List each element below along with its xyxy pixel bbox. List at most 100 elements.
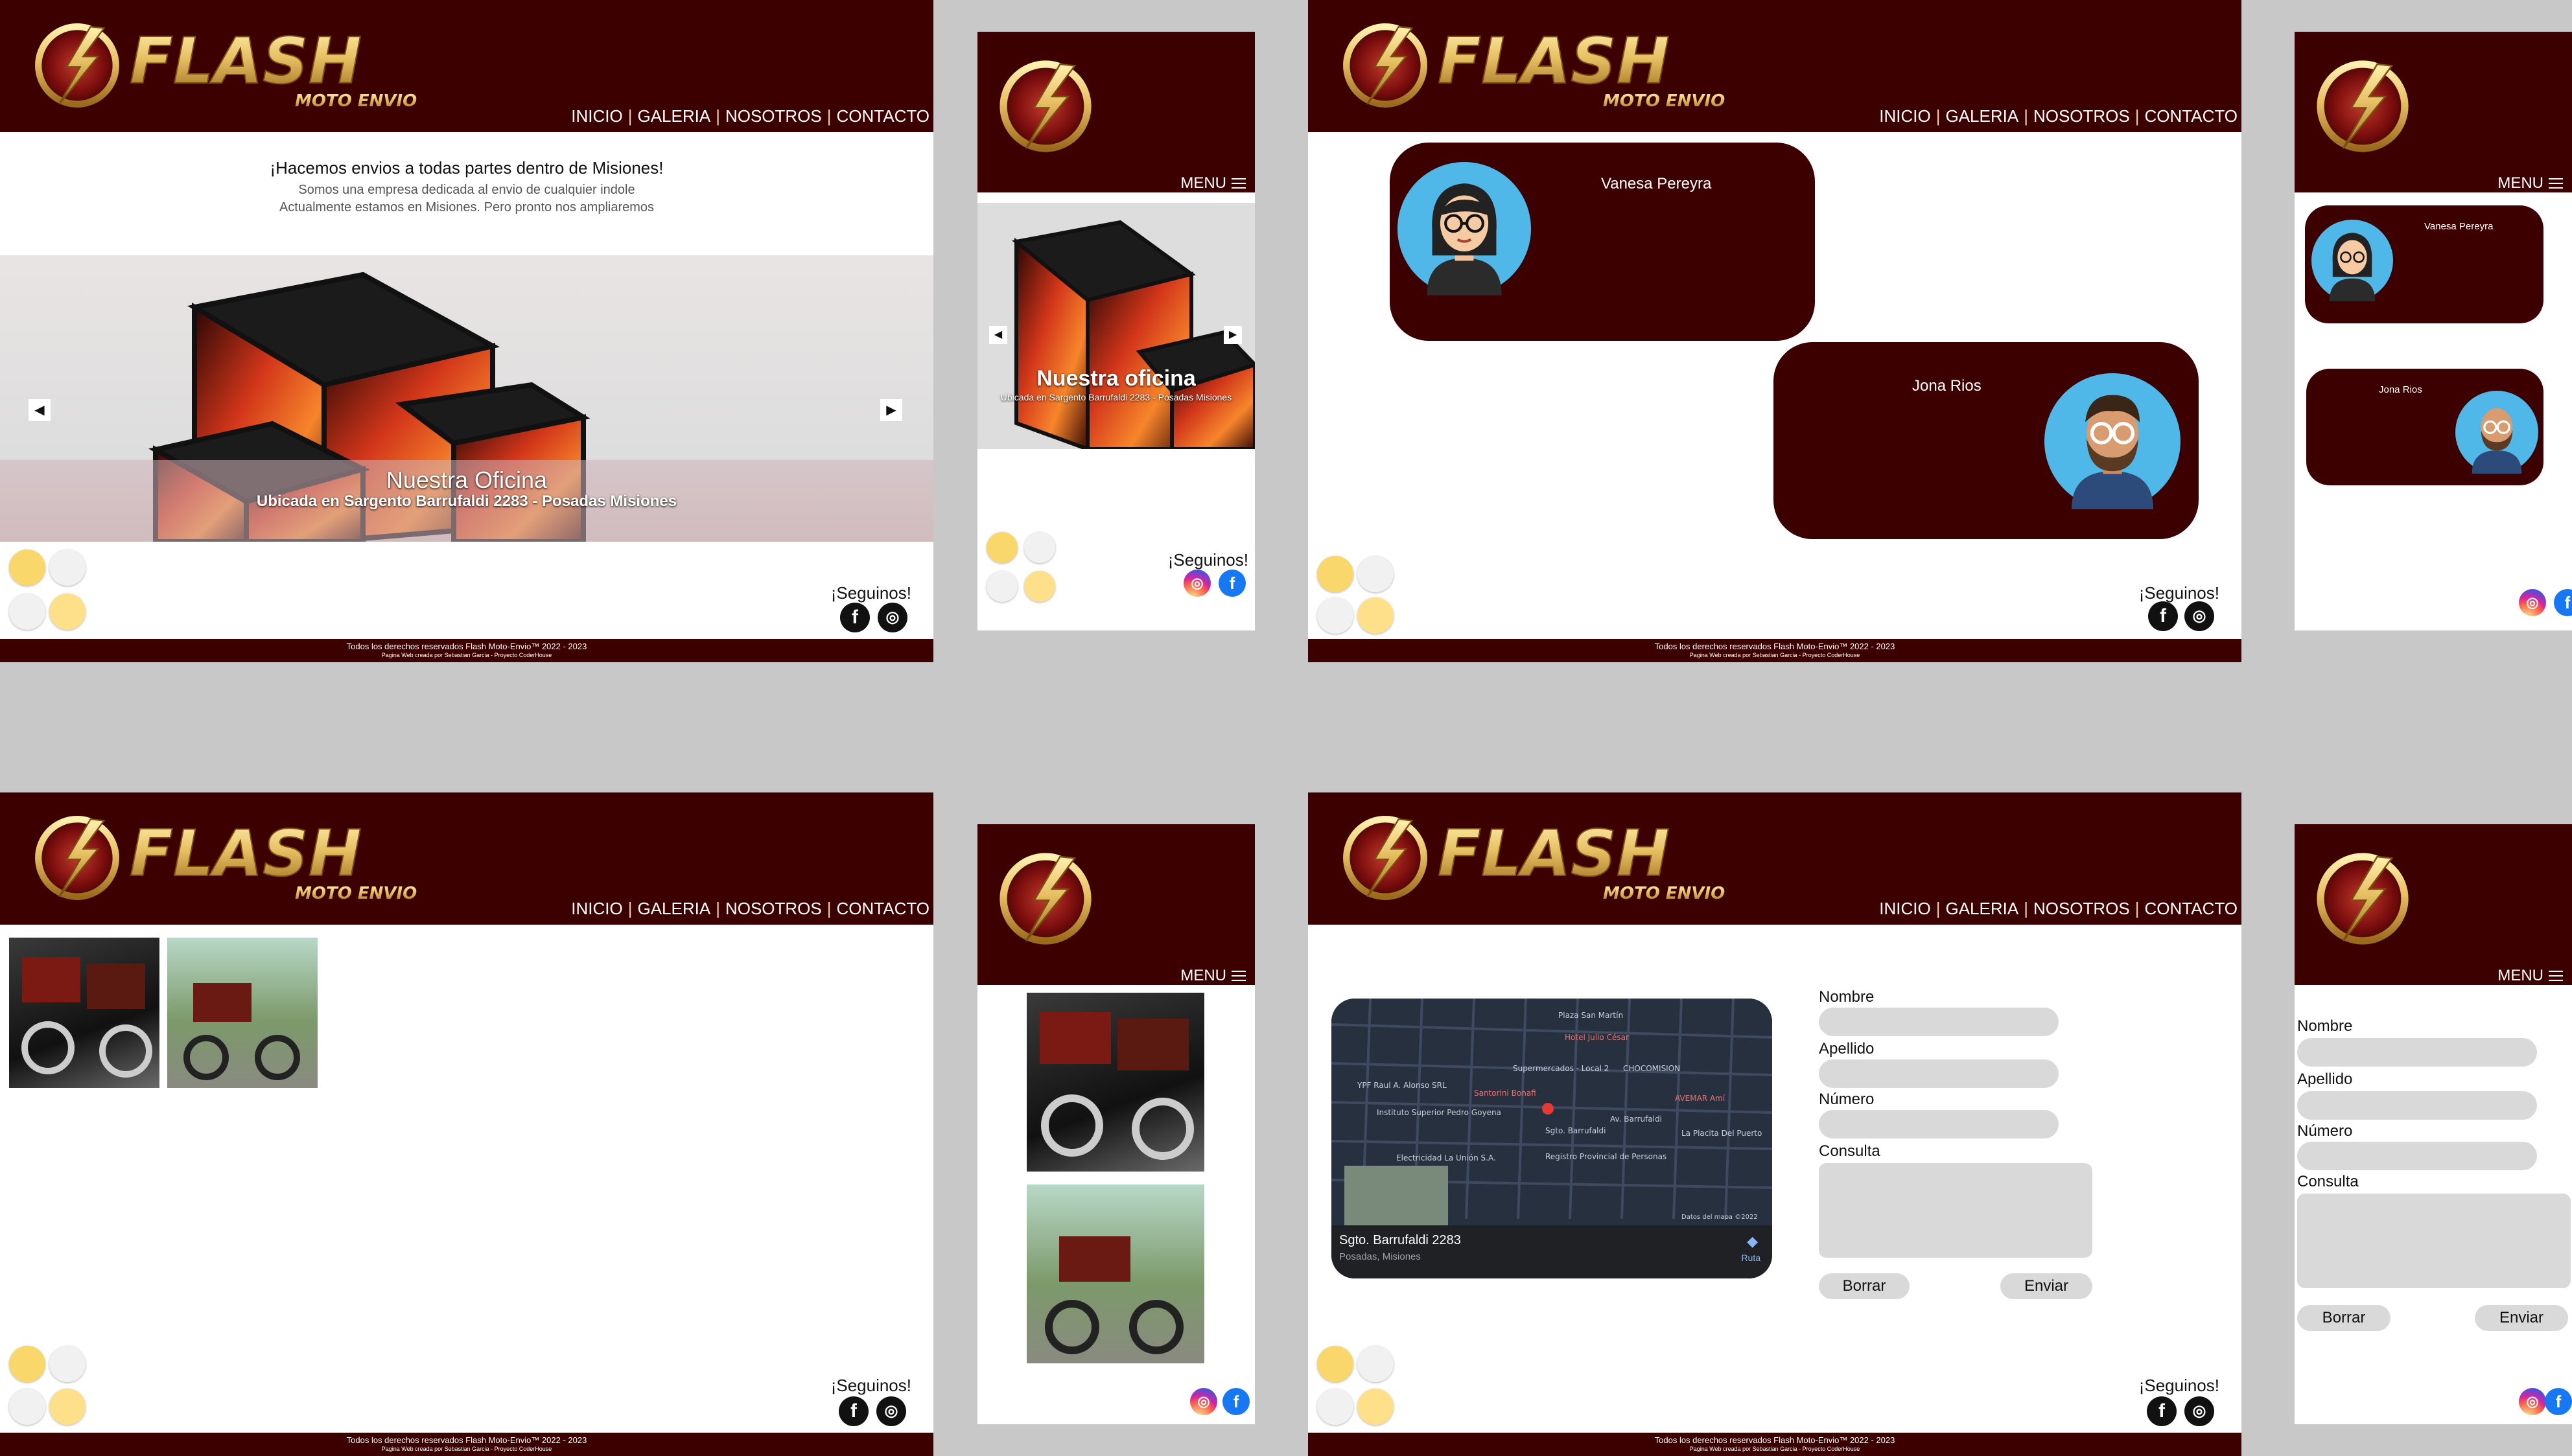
- nombre-input[interactable]: [2297, 1038, 2537, 1067]
- nav-inicio[interactable]: INICIO: [1879, 899, 1930, 919]
- flash-emblem[interactable]: [2314, 850, 2411, 947]
- mobile-home-view: MENU Nuestra oficina Ubicada en Sargento…: [977, 32, 1255, 630]
- nav-galeria[interactable]: GALERIA: [637, 899, 710, 919]
- submit-button[interactable]: Enviar: [2475, 1305, 2568, 1331]
- nav-contacto[interactable]: CONTACTO: [2145, 106, 2238, 126]
- gallery-photo-1[interactable]: [1027, 993, 1204, 1172]
- numero-input[interactable]: [2297, 1142, 2537, 1170]
- menu-button[interactable]: MENU: [1180, 174, 1246, 192]
- consulta-textarea[interactable]: [2297, 1194, 2571, 1288]
- svg-text:YPF Raul A. Alonso SRL: YPF Raul A. Alonso SRL: [1357, 1081, 1447, 1090]
- carousel-next-button[interactable]: ▶: [1224, 326, 1242, 344]
- nav-inicio[interactable]: INICIO: [1879, 106, 1930, 126]
- site-header: MENU: [2295, 32, 2572, 192]
- directions-icon[interactable]: ◆: [1747, 1233, 1758, 1250]
- flash-emblem[interactable]: [997, 58, 1094, 155]
- facebook-icon[interactable]: f: [1222, 1388, 1250, 1415]
- flash-logo[interactable]: FLASH MOTO ENVIO: [1340, 811, 1755, 908]
- office-carousel[interactable]: Nuestra Oficina Ubicada en Sargento Barr…: [0, 255, 933, 542]
- numero-input[interactable]: [1819, 1110, 2059, 1138]
- menu-button[interactable]: MENU: [2497, 174, 2563, 192]
- nav-nosotros[interactable]: NOSOTROS: [725, 106, 822, 126]
- flash-logo[interactable]: FLASH MOTO ENVIO: [1340, 18, 1755, 115]
- nav-contacto[interactable]: CONTACTO: [837, 899, 929, 919]
- apellido-input[interactable]: [2297, 1091, 2537, 1120]
- gallery-photo-1[interactable]: [9, 938, 159, 1088]
- svg-text:FLASH: FLASH: [1438, 817, 1670, 891]
- footer-copyright: Todos los derechos reservados Flash Moto…: [346, 1435, 587, 1445]
- nav-galeria[interactable]: GALERIA: [1945, 106, 2018, 126]
- apellido-label: Apellido: [1819, 1040, 1875, 1057]
- site-footer: Todos los derechos reservados Flash Moto…: [0, 1433, 933, 1456]
- reset-button[interactable]: Borrar: [2297, 1305, 2391, 1331]
- nav-contacto[interactable]: CONTACTO: [2145, 899, 2238, 919]
- team-member-name: Jona Rios: [1912, 377, 1982, 395]
- nav-inicio[interactable]: INICIO: [571, 106, 622, 126]
- carousel-prev-button[interactable]: ◀: [29, 399, 51, 421]
- seguinos-label: ¡Seguinos!: [1167, 550, 1248, 570]
- instagram-icon[interactable]: ◎: [2184, 1396, 2214, 1426]
- instagram-icon[interactable]: ◎: [2519, 589, 2546, 616]
- facebook-icon[interactable]: f: [2545, 1388, 2572, 1415]
- instagram-icon[interactable]: ◎: [1190, 1388, 1217, 1415]
- card-icon: [1357, 1389, 1394, 1425]
- nav-contacto[interactable]: CONTACTO: [837, 106, 929, 126]
- location-map[interactable]: Plaza San Martín Hotel Julio César CHOCO…: [1331, 999, 1772, 1278]
- motorcycle-photo: [21, 957, 152, 1078]
- flash-emblem[interactable]: [2314, 58, 2411, 155]
- map-route-link[interactable]: Ruta: [1741, 1253, 1760, 1263]
- consulta-textarea[interactable]: [1819, 1163, 2092, 1258]
- instagram-icon[interactable]: ◎: [876, 1396, 906, 1426]
- svg-text:FLASH: FLASH: [1438, 25, 1670, 98]
- apellido-input[interactable]: [1819, 1059, 2059, 1088]
- mobile-contact-view: MENU Nombre Apellido Número Consulta Bor…: [2295, 824, 2572, 1424]
- svg-text:Registro Provincial de Persona: Registro Provincial de Personas: [1545, 1152, 1666, 1161]
- facebook-icon[interactable]: f: [1219, 570, 1246, 597]
- svg-text:CHOCOMISION: CHOCOMISION: [1623, 1064, 1680, 1073]
- motorcycle-photo: [1045, 1236, 1184, 1354]
- apellido-label: Apellido: [2297, 1070, 2353, 1088]
- nav-nosotros[interactable]: NOSOTROS: [2033, 899, 2130, 919]
- svg-text:Av. Barrufaldi: Av. Barrufaldi: [1610, 1115, 1662, 1124]
- facebook-icon[interactable]: f: [2148, 601, 2178, 631]
- gallery-photo-2[interactable]: [1027, 1184, 1204, 1363]
- facebook-icon[interactable]: f: [840, 603, 870, 632]
- card-icon: [1024, 571, 1055, 602]
- nav-separator: |: [2134, 106, 2140, 126]
- nav-nosotros[interactable]: NOSOTROS: [2033, 106, 2130, 126]
- map-city: Posadas, Misiones: [1339, 1251, 1421, 1262]
- team-card-vanesa: Vanesa Pereyra: [1390, 143, 1815, 341]
- menu-button[interactable]: MENU: [2497, 967, 2563, 985]
- flash-logo[interactable]: FLASH MOTO ENVIO: [32, 18, 447, 115]
- seguinos-label: ¡Seguinos!: [830, 1376, 911, 1395]
- facebook-icon[interactable]: f: [839, 1396, 869, 1426]
- nav-galeria[interactable]: GALERIA: [637, 106, 710, 126]
- submit-button[interactable]: Enviar: [2000, 1273, 2092, 1299]
- carousel-prev-button[interactable]: ◀: [989, 326, 1007, 344]
- reset-button[interactable]: Borrar: [1819, 1273, 1910, 1299]
- hamburger-icon: [1232, 971, 1246, 981]
- instagram-icon[interactable]: ◎: [878, 603, 907, 632]
- carousel-slide-caption: Ubicada en Sargento Barrufaldi 2283 - Po…: [256, 492, 677, 510]
- nav-galeria[interactable]: GALERIA: [1945, 899, 2018, 919]
- carousel-next-button[interactable]: ▶: [880, 399, 902, 421]
- instagram-icon[interactable]: ◎: [1184, 570, 1211, 597]
- desktop-team-view: FLASH MOTO ENVIO INICIO | GALERIA | NOSOTR…: [1308, 0, 2241, 662]
- wallet-icon: [9, 549, 45, 586]
- menu-button[interactable]: MENU: [1180, 967, 1246, 985]
- instagram-icon[interactable]: ◎: [2184, 601, 2214, 631]
- flash-logo[interactable]: FLASH MOTO ENVIO: [32, 811, 447, 908]
- nav-inicio[interactable]: INICIO: [571, 899, 622, 919]
- office-carousel[interactable]: Nuestra oficina Ubicada en Sargento Barr…: [977, 203, 1255, 449]
- nav-nosotros[interactable]: NOSOTROS: [725, 899, 822, 919]
- gallery-photo-2[interactable]: [167, 938, 318, 1088]
- facebook-icon[interactable]: f: [2554, 589, 2572, 616]
- flash-emblem[interactable]: [997, 850, 1094, 947]
- facebook-icon[interactable]: f: [2147, 1396, 2177, 1426]
- card-icon: [49, 594, 86, 630]
- instagram-icon[interactable]: ◎: [2519, 1388, 2546, 1415]
- male-avatar-icon: [2044, 373, 2180, 509]
- wallet-icon: [987, 532, 1018, 563]
- seguinos-label: ¡Seguinos!: [2138, 1376, 2219, 1395]
- nombre-input[interactable]: [1819, 1008, 2059, 1036]
